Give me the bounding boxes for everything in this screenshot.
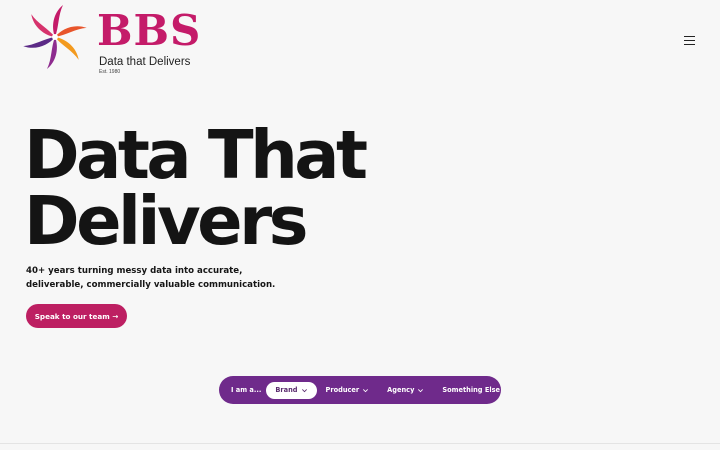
audience-option-agency[interactable]: Agency [378, 382, 433, 399]
audience-option-label: Something Else [442, 386, 500, 394]
audience-option-brand[interactable]: Brand [266, 381, 317, 399]
swirl-logo-icon [23, 5, 87, 69]
chevron-down-icon [363, 388, 369, 392]
audience-option-label: Agency [387, 386, 415, 394]
section-divider [0, 443, 720, 444]
hero-subtitle-line-1: 40+ years turning messy data into accura… [26, 266, 243, 276]
chevron-down-icon [418, 388, 424, 392]
audience-option-label: Brand [275, 386, 298, 394]
logo-wordmark: BBS [97, 6, 202, 55]
hero-title-line-1: Data That [24, 116, 368, 194]
speak-to-team-button[interactable]: Speak to our team → [26, 304, 127, 328]
audience-option-something-else[interactable]: Something Else [433, 382, 509, 399]
audience-option-label: Producer [325, 386, 360, 394]
hero-subtitle: 40+ years turning messy data into accura… [26, 264, 286, 292]
chevron-down-icon [301, 388, 307, 392]
audience-selector: I am a... Brand Producer Agency Somethin… [219, 376, 501, 404]
logo-established: Est. 1980 [99, 69, 121, 75]
audience-selector-lead: I am a... [231, 386, 262, 394]
hero-title: Data That Delivers [24, 116, 368, 260]
hero-title-line-2: Delivers [24, 182, 309, 260]
logo-tagline: Data that Delivers [99, 56, 191, 68]
page: BBS Data that Delivers Est. 1980 Data Th… [0, 0, 720, 450]
brand-logo[interactable]: BBS Data that Delivers Est. 1980 [22, 2, 202, 78]
hero-subtitle-line-2: deliverable, commercially valuable commu… [26, 280, 276, 290]
hamburger-menu-button[interactable] [680, 32, 698, 48]
audience-option-producer[interactable]: Producer [317, 382, 379, 399]
